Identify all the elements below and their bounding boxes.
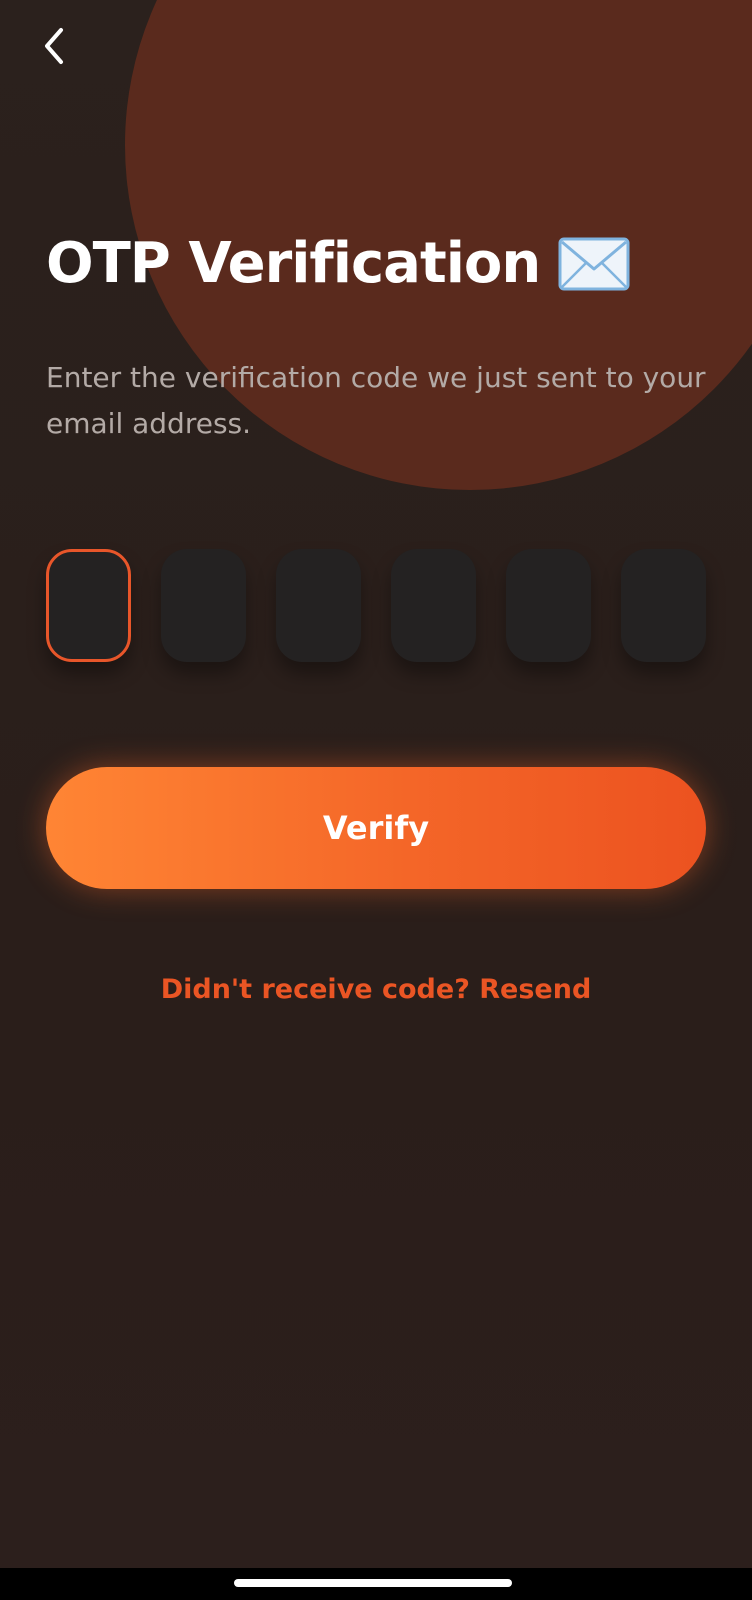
- system-navigation-bar: [0, 1568, 752, 1600]
- back-button[interactable]: [30, 22, 78, 70]
- chevron-left-icon: [45, 28, 63, 64]
- otp-digit-4[interactable]: [391, 549, 476, 662]
- otp-verification-screen: OTP Verification Enter the verification …: [0, 0, 752, 1600]
- page-title: OTP Verification: [46, 231, 541, 296]
- resend-code-link[interactable]: Didn't receive code? Resend: [0, 974, 752, 1005]
- otp-digit-1[interactable]: [46, 549, 131, 662]
- otp-digit-5[interactable]: [506, 549, 591, 662]
- home-indicator[interactable]: [234, 1579, 512, 1587]
- otp-input-group: [46, 549, 706, 662]
- subtitle-text: Enter the verification code we just sent…: [46, 361, 706, 440]
- verify-button[interactable]: Verify: [46, 767, 706, 889]
- otp-digit-2[interactable]: [161, 549, 246, 662]
- otp-digit-6[interactable]: [621, 549, 706, 662]
- title-row: OTP Verification: [46, 236, 630, 292]
- otp-digit-3[interactable]: [276, 549, 361, 662]
- envelope-icon: [558, 237, 630, 291]
